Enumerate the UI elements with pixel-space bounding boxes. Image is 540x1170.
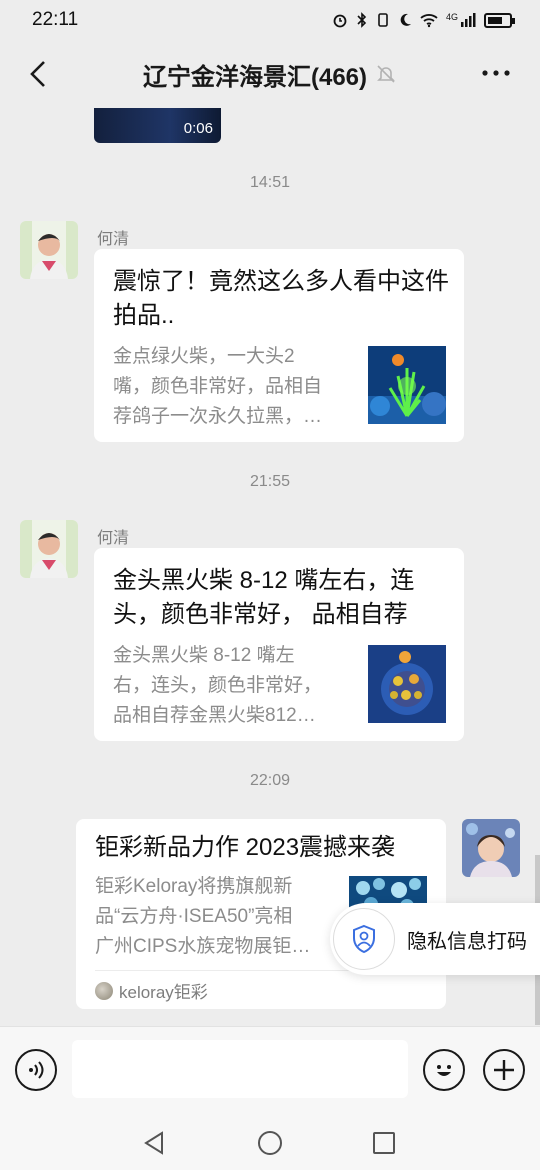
shield-person-icon <box>353 924 375 954</box>
avatar[interactable] <box>20 520 78 578</box>
card-thumbnail <box>368 346 446 424</box>
card-title: 钜彩新品力作 2023震撼来袭 <box>95 834 396 861</box>
status-time: 22:11 <box>32 9 79 30</box>
link-card[interactable]: 震惊了！竟然这么多人看中这件拍品.. 金点绿火柴，一大头2 嘴，颜色非常好，品相… <box>94 249 464 442</box>
sender-name: 何清 <box>97 231 130 248</box>
card-description: 金点绿火柴，一大头2 嘴，颜色非常好，品相自 荐鸽子一次永久拉黑，… <box>113 342 353 432</box>
timestamp: 21:55 <box>249 473 291 490</box>
video-message[interactable]: 0:06 <box>94 108 221 143</box>
more-functions-button[interactable] <box>483 1049 525 1091</box>
timestamp: 14:51 <box>249 174 291 191</box>
card-title-line: 头，颜色非常好， 品相自荐 <box>113 601 408 628</box>
group-title: 辽宁金洋海景汇(466) <box>143 57 397 92</box>
card-description-line: 品“云方舟·ISEA50”亮相 <box>95 906 293 927</box>
nav-back-button[interactable] <box>137 1126 171 1160</box>
plus-icon <box>494 1060 514 1080</box>
status-icons: 4G <box>332 12 515 28</box>
square-recents-icon <box>373 1132 395 1154</box>
card-thumbnail <box>368 645 446 723</box>
emoji-button[interactable] <box>423 1049 465 1091</box>
smiley-icon <box>437 1065 451 1076</box>
chat-messages[interactable]: 0:06 14:51 何清 震惊了！竟然这么多人看中这件拍品.. 金点绿火柴，一… <box>0 108 540 1026</box>
card-title-line: 金头黑火柴 8-12 嘴左右，连 <box>113 567 415 594</box>
card-title: 震惊了！竟然这么多人看中这件拍品.. <box>113 268 449 329</box>
source-name: keloray钜彩 <box>119 983 208 1002</box>
system-nav-bar <box>0 1114 540 1170</box>
card-description: 钜彩Keloray将携旗舰新 品“云方舟·ISEA50”亮相 广州CIPS水族宠… <box>95 872 335 962</box>
card-description-line: 金点绿火柴，一大头2 <box>113 346 295 367</box>
card-description-line: 金头黑火柴 8-12 嘴左 <box>113 645 295 666</box>
child-avatar-image <box>462 819 520 877</box>
card-description-line: 广州CIPS水族宠物展钜… <box>95 936 311 957</box>
nav-recents-button[interactable] <box>367 1126 401 1160</box>
more-options-button[interactable] <box>476 58 516 88</box>
link-card[interactable]: 金头黑火柴 8-12 嘴左右，连 头，颜色非常好， 品相自荐 金头黑火柴 8-1… <box>94 548 464 741</box>
vibrate-icon <box>378 13 388 27</box>
person-avatar-image <box>20 221 78 279</box>
battery-icon <box>484 12 515 28</box>
card-description-line: 钜彩Keloray将携旗舰新 <box>95 876 293 897</box>
back-button[interactable] <box>18 54 58 94</box>
chevron-left-icon <box>30 61 45 87</box>
nav-home-button[interactable] <box>253 1126 287 1160</box>
wifi-icon <box>420 14 438 28</box>
card-title: 金头黑火柴 8-12 嘴左右，连 头，颜色非常好， 品相自荐 <box>113 564 458 632</box>
privacy-icon-wrap <box>333 908 395 970</box>
timestamp: 22:09 <box>249 772 291 789</box>
coral-thumbnail-image <box>368 346 446 424</box>
avatar[interactable] <box>20 221 78 279</box>
voice-input-button[interactable] <box>15 1049 57 1091</box>
input-bar <box>0 1026 540 1114</box>
bluetooth-icon <box>357 12 367 28</box>
moon-icon <box>400 13 411 26</box>
card-description-line: 右，连头，颜色非常好， <box>113 675 323 696</box>
coral-thumbnail-image <box>368 645 446 723</box>
privacy-mask-label: 隐私信息打码 <box>407 930 527 953</box>
voice-icon <box>29 1061 44 1079</box>
card-description-line: 嘴，颜色非常好，品相自 <box>113 376 323 397</box>
network-label: 4G <box>445 12 458 22</box>
person-avatar-image <box>20 520 78 578</box>
message-input[interactable] <box>72 1040 408 1098</box>
card-description: 金头黑火柴 8-12 嘴左 右，连头，颜色非常好， 品相自荐金黑火柴812… <box>113 641 353 731</box>
card-source: keloray钜彩 <box>95 978 208 1003</box>
circle-home-icon <box>258 1131 282 1155</box>
alarm-icon <box>333 14 347 28</box>
source-logo-icon <box>95 981 113 1000</box>
signal-icon <box>461 13 476 27</box>
my-avatar[interactable] <box>462 819 520 877</box>
more-dots-icon <box>482 70 510 76</box>
group-name: 辽宁金洋海景汇(466) <box>142 63 368 91</box>
mute-bell-icon <box>377 65 395 83</box>
status-bar: 22:11 4G <box>0 0 540 40</box>
triangle-back-icon <box>144 1131 163 1155</box>
video-duration: 0:06 <box>183 120 213 137</box>
privacy-mask-button[interactable]: 隐私信息打码 <box>330 903 540 975</box>
sender-name: 何清 <box>97 530 130 547</box>
card-description-line: 荐鸽子一次永久拉黑，… <box>113 406 323 427</box>
chat-header: 辽宁金洋海景汇(466) <box>0 40 540 108</box>
card-description-line: 品相自荐金黑火柴812… <box>113 705 316 726</box>
